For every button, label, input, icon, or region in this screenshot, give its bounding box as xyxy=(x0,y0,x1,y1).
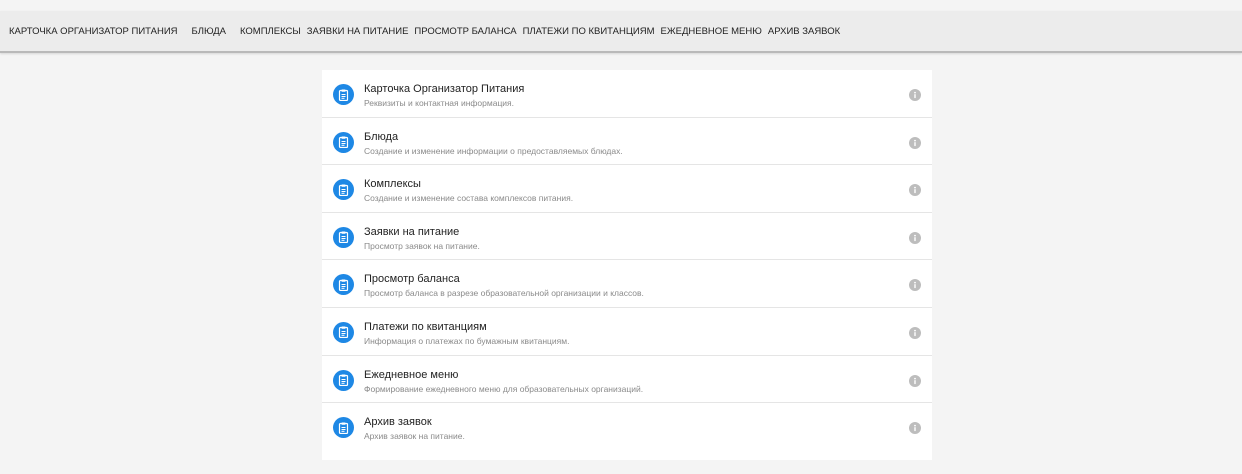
clipboard-icon xyxy=(333,274,354,296)
clipboard-icon xyxy=(333,179,354,201)
info-icon[interactable] xyxy=(909,89,921,101)
clipboard-icon xyxy=(333,131,354,153)
list-item-requests-archive[interactable]: Архив заявок Архив заявок на питание. xyxy=(322,403,932,451)
list-item-description: Информация о платежах по бумажным квитан… xyxy=(364,335,570,346)
list-item-dishes[interactable]: Блюда Создание и изменение информации о … xyxy=(322,118,932,166)
clipboard-icon xyxy=(333,369,354,391)
list-item-complexes[interactable]: Комплексы Создание и изменение состава к… xyxy=(322,165,932,213)
nav-item-organizer-card[interactable]: КАРТОЧКА ОРГАНИЗАТОР ПИТАНИЯ xyxy=(9,26,178,37)
list-item-title: Архив заявок xyxy=(364,416,432,429)
clipboard-icon xyxy=(333,417,354,439)
list-item-receipt-payments[interactable]: Платежи по квитанциям Информация о плате… xyxy=(322,308,932,356)
list-item-balance[interactable]: Просмотр баланса Просмотр баланса в разр… xyxy=(322,260,932,308)
info-icon[interactable] xyxy=(909,422,921,435)
list-item-title: Блюда xyxy=(364,130,399,143)
list-item-description: Создание и изменение состава комплексов … xyxy=(364,193,574,204)
list-item-title: Ежедневное меню xyxy=(364,368,459,381)
nav-item-meal-requests[interactable]: ЗАЯВКИ НА ПИТАНИЕ xyxy=(307,26,409,37)
list-item-description: Просмотр баланса в разрезе образовательн… xyxy=(364,288,644,299)
sections-list: Карточка Организатор Питания Реквизиты и… xyxy=(322,70,932,460)
nav-menu: КАРТОЧКА ОРГАНИЗАТОР ПИТАНИЯ БЛЮДА КОМПЛ… xyxy=(0,11,1242,51)
nav-item-receipt-payments[interactable]: ПЛАТЕЖИ ПО КВИТАНЦИЯМ xyxy=(523,26,655,37)
list-item-description: Формирование ежедневного меню для образо… xyxy=(364,383,644,394)
list-item-daily-menu[interactable]: Ежедневное меню Формирование ежедневного… xyxy=(322,356,932,404)
clipboard-icon xyxy=(333,321,354,343)
list-item-meal-requests[interactable]: Заявки на питание Просмотр заявок на пит… xyxy=(322,213,932,261)
nav-item-daily-menu[interactable]: ЕЖЕДНЕВНОЕ МЕНЮ xyxy=(661,26,762,37)
nav-item-balance[interactable]: ПРОСМОТР БАЛАНСА xyxy=(414,26,516,37)
list-item-organizer-card[interactable]: Карточка Организатор Питания Реквизиты и… xyxy=(322,70,932,118)
list-item-title: Платежи по квитанциям xyxy=(364,320,487,333)
nav-item-complexes[interactable]: КОМПЛЕКСЫ xyxy=(240,26,301,37)
list-item-title: Заявки на питание xyxy=(364,225,460,238)
list-item-title: Карточка Организатор Питания xyxy=(364,83,525,95)
list-item-description: Просмотр заявок на питание. xyxy=(364,240,480,251)
info-icon[interactable] xyxy=(909,326,921,339)
info-icon[interactable] xyxy=(909,279,921,292)
info-icon[interactable] xyxy=(909,136,921,149)
clipboard-icon xyxy=(333,226,354,248)
nav-item-dishes[interactable]: БЛЮДА xyxy=(192,26,226,37)
top-navigation-bar: КАРТОЧКА ОРГАНИЗАТОР ПИТАНИЯ БЛЮДА КОМПЛ… xyxy=(0,11,1242,53)
info-icon[interactable] xyxy=(909,374,921,387)
nav-item-requests-archive[interactable]: АРХИВ ЗАЯВОК xyxy=(768,26,840,37)
info-icon[interactable] xyxy=(909,231,921,244)
list-item-description: Реквизиты и контактная информация. xyxy=(364,98,515,108)
info-icon[interactable] xyxy=(909,184,921,197)
clipboard-icon xyxy=(333,84,354,105)
list-item-title: Просмотр баланса xyxy=(364,273,460,286)
list-item-title: Комплексы xyxy=(364,178,421,191)
list-item-description: Архив заявок на питание. xyxy=(364,431,465,442)
list-item-description: Создание и изменение информации о предос… xyxy=(364,145,623,156)
